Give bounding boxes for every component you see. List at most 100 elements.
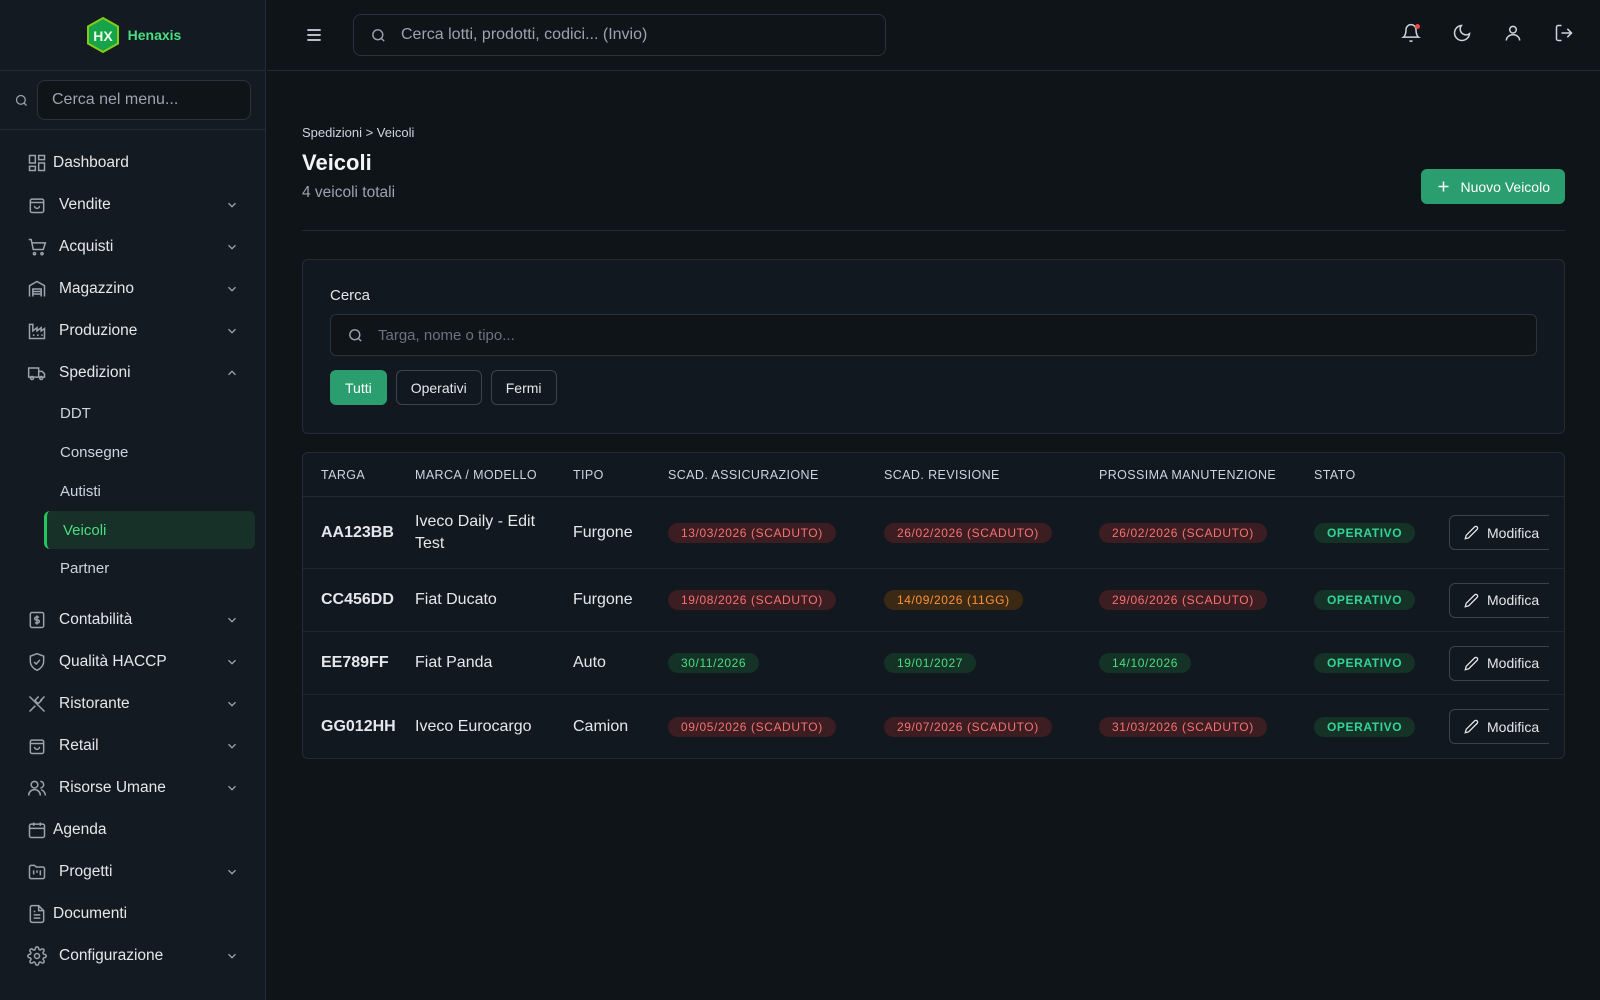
sidebar-item-configurazione[interactable]: Configurazione <box>0 935 265 977</box>
pencil-icon <box>1464 593 1479 608</box>
sidebar-item-spedizioni[interactable]: Spedizioni <box>0 352 265 394</box>
brand[interactable]: HX Henaxis <box>0 0 265 71</box>
expiry-badge: 29/07/2026 (SCADUTO) <box>884 716 1052 737</box>
sidebar-item-contabilita[interactable]: Contabilità <box>0 599 265 641</box>
sidebar-subitem-ddt[interactable]: DDT <box>0 394 265 433</box>
cell-tipo: Furgone <box>573 523 633 541</box>
sidebar-item-agenda[interactable]: Agenda <box>0 809 265 851</box>
sidebar-search-input[interactable]: Cerca nel menu... <box>37 80 251 120</box>
cell-targa: GG012HH <box>321 717 396 735</box>
sidebar-item-label: Risorse Umane <box>59 779 166 796</box>
new-vehicle-button[interactable]: Nuovo Veicolo <box>1421 169 1565 204</box>
chevron-down-icon <box>228 202 236 208</box>
expiry-badge: 14/09/2026 (11GG) <box>884 590 1023 610</box>
sidebar-item-retail[interactable]: Retail <box>0 725 265 767</box>
edit-button[interactable]: Modifica <box>1449 645 1549 681</box>
sidebar-subitem-consegne[interactable]: Consegne <box>0 433 265 472</box>
edit-button[interactable]: Modifica <box>1449 582 1549 618</box>
vehicle-search-input[interactable]: Targa, nome o tipo... <box>330 314 1537 356</box>
vehicle-search-placeholder: Targa, nome o tipo... <box>378 326 515 344</box>
cell-targa: EE789FF <box>321 654 389 671</box>
expiry-badge: 30/11/2026 <box>668 653 760 673</box>
sidebar-item-qualita-haccp[interactable]: Qualità HACCP <box>0 641 265 683</box>
cell-targa: CC456DD <box>321 591 394 608</box>
page-title: Veicoli <box>302 150 372 175</box>
truck-icon <box>27 367 46 381</box>
sidebar-item-produzione[interactable]: Produzione <box>0 310 265 352</box>
expiry-badge: 09/05/2026 (SCADUTO) <box>668 716 836 737</box>
expiry-badge: 26/02/2026 (SCADUTO) <box>884 522 1052 543</box>
expiry-badge: 29/06/2026 (SCADUTO) <box>1099 590 1267 610</box>
sidebar-subitem-autisti[interactable]: Autisti <box>0 472 265 511</box>
chevron-down-icon <box>228 953 236 959</box>
sidebar-item-ristorante[interactable]: Ristorante <box>0 683 265 725</box>
sidebar-item-label: Retail <box>59 737 99 754</box>
table-row[interactable]: CC456DD Fiat Ducato Furgone 19/08/2026 (… <box>303 569 1564 632</box>
theme-toggle-button[interactable] <box>1452 23 1472 43</box>
status-badge: OPERATIVO <box>1314 522 1416 543</box>
gear-icon <box>27 946 47 966</box>
expiry-badge: 19/01/2027 <box>884 653 977 673</box>
column-header-revisione[interactable]: SCAD. REVISIONE <box>884 468 1099 482</box>
brand-name: Henaxis <box>127 27 182 43</box>
breadcrumb: Spedizioni > Veicoli <box>302 125 415 140</box>
column-header-assicurazione[interactable]: SCAD. ASSICURAZIONE <box>668 468 884 482</box>
cell-targa: AA123BB <box>321 523 394 541</box>
profile-button[interactable] <box>1503 23 1523 43</box>
sidebar-subitem-veicoli[interactable]: Veicoli <box>44 511 255 549</box>
status-badge: OPERATIVO <box>1314 653 1416 673</box>
global-search-input[interactable]: Cerca lotti, prodotti, codici... (Invio) <box>353 14 886 56</box>
search-icon <box>15 94 27 106</box>
pencil-icon <box>1464 525 1479 540</box>
sidebar-item-label: Dashboard <box>53 154 129 171</box>
edit-button[interactable]: Modifica <box>1449 515 1549 550</box>
table-row[interactable]: AA123BB Iveco Daily - Edit Test Furgone … <box>303 497 1564 569</box>
pencil-icon <box>1464 656 1479 671</box>
status-badge: OPERATIVO <box>1314 590 1416 610</box>
column-header-targa[interactable]: TARGA <box>303 468 415 482</box>
folder-kanban-icon <box>28 864 46 880</box>
chevron-down-icon <box>228 659 236 665</box>
edit-label: Modifica <box>1487 718 1540 735</box>
cell-tipo: Camion <box>573 717 629 735</box>
sidebar-item-risorse-umane[interactable]: Risorse Umane <box>0 767 265 809</box>
search-icon <box>349 328 362 342</box>
column-header-tipo[interactable]: TIPO <box>573 468 668 482</box>
svg-text:HX: HX <box>93 28 113 44</box>
users-icon <box>27 780 47 796</box>
sidebar-subitem-partner[interactable]: Partner <box>0 549 265 588</box>
chevron-down-icon <box>228 869 236 875</box>
expiry-badge: 19/08/2026 (SCADUTO) <box>668 590 836 610</box>
pencil-icon <box>1464 719 1479 734</box>
cell-modello: Fiat Panda <box>415 654 493 671</box>
sidebar-item-acquisti[interactable]: Acquisti <box>0 226 265 268</box>
sidebar-item-label: Vendite <box>59 196 111 213</box>
chevron-down-icon <box>228 617 236 623</box>
sidebar-item-documenti[interactable]: Documenti <box>0 893 265 935</box>
notifications-button[interactable] <box>1401 23 1421 43</box>
table-row[interactable]: GG012HH Iveco Eurocargo Camion 09/05/202… <box>303 695 1564 758</box>
sidebar-item-vendite[interactable]: Vendite <box>0 184 265 226</box>
header-divider <box>302 230 1565 231</box>
filter-chip-fermi[interactable]: Fermi <box>490 370 557 405</box>
table-row[interactable]: EE789FF Fiat Panda Auto 30/11/2026 19/01… <box>303 632 1564 695</box>
column-header-manutenzione[interactable]: PROSSIMA MANUTENZIONE <box>1099 468 1314 482</box>
column-header-stato[interactable]: STATO <box>1314 468 1449 482</box>
logout-button[interactable] <box>1554 23 1574 43</box>
column-header-modello[interactable]: MARCA / MODELLO <box>415 468 573 482</box>
sidebar-item-label: Agenda <box>53 821 107 838</box>
sidebar-item-dashboard[interactable]: Dashboard <box>0 142 265 184</box>
cell-modello: Iveco Eurocargo <box>415 717 532 735</box>
sidebar-item-progetti[interactable]: Progetti <box>0 851 265 893</box>
filter-chip-operativi[interactable]: Operativi <box>395 370 482 405</box>
menu-icon[interactable] <box>304 25 324 45</box>
sidebar-item-magazzino[interactable]: Magazzino <box>0 268 265 310</box>
chevron-down-icon <box>228 785 236 791</box>
edit-label: Modifica <box>1487 655 1540 671</box>
vehicles-table: TARGA MARCA / MODELLO TIPO SCAD. ASSICUR… <box>302 452 1565 759</box>
shopping-bag-icon <box>29 198 45 214</box>
sidebar-item-label: Magazzino <box>59 280 134 297</box>
filter-chip-tutti[interactable]: Tutti <box>330 370 387 405</box>
edit-button[interactable]: Modifica <box>1449 709 1549 744</box>
sidebar-nav: Dashboard Vendite Acquisti Magazzino Pro… <box>0 130 265 977</box>
